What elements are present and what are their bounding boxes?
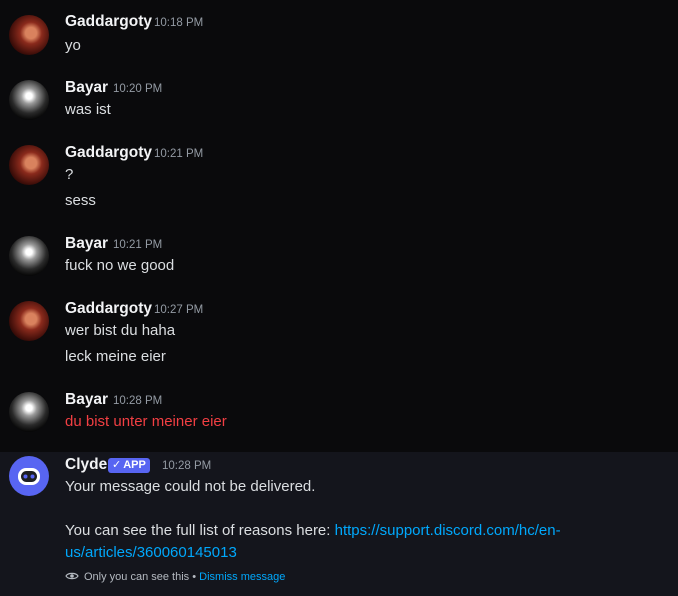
author-name[interactable]: Clyde [65,456,107,474]
message-text: You can see the full list of reasons her… [65,522,561,539]
app-badge-label: APP [123,459,146,471]
separator: • [189,571,200,583]
author-name[interactable]: Gaddargoty [65,300,152,318]
message-text: ? [65,166,74,183]
eye-icon [65,572,79,580]
timestamp: 10:27 PM [154,304,204,316]
author-name[interactable]: Bayar [65,391,108,409]
avatar[interactable] [9,145,49,185]
author-name[interactable]: Bayar [65,235,108,253]
avatar[interactable] [9,456,49,496]
timestamp: 10:20 PM [113,83,163,95]
message-text: fuck no we good [65,257,175,274]
check-icon: ✓ [112,459,122,471]
ephemeral-notice: Only you can see this [84,571,190,583]
dismiss-message-link[interactable]: Dismiss message [199,571,285,583]
timestamp: 10:21 PM [154,148,204,160]
message-text: du bist unter meiner eier [65,413,227,430]
avatar[interactable] [9,392,49,432]
message-text: was ist [65,101,111,118]
message-text: yo [65,37,81,54]
ephemeral-footer: Only you can see this • Dismiss message [65,571,285,583]
support-link[interactable]: https://support.discord.com/hc/en- [335,522,561,539]
author-name[interactable]: Gaddargoty [65,13,152,31]
timestamp: 10:28 PM [162,460,212,472]
message-text: Your message could not be delivered. [65,478,316,495]
author-name[interactable]: Bayar [65,79,108,97]
avatar[interactable] [9,80,49,120]
reasons-prefix: You can see the full list of reasons her… [65,522,335,539]
message-text: leck meine eier [65,348,166,365]
avatar[interactable] [9,301,49,341]
timestamp: 10:28 PM [113,395,163,407]
app-badge: ✓ APP [108,458,150,473]
support-link-continued[interactable]: us/articles/360060145013 [65,544,237,561]
avatar[interactable] [9,236,49,276]
message-text: us/articles/360060145013 [65,544,237,561]
chat-messages: Gaddargoty 10:18 PM yo Bayar 10:20 PM wa… [0,0,678,596]
clyde-bot-icon [18,468,40,485]
message-text: wer bist du haha [65,322,176,339]
message-text: sess [65,192,96,209]
author-name[interactable]: Gaddargoty [65,144,152,162]
timestamp: 10:21 PM [113,239,163,251]
avatar[interactable] [9,15,49,55]
timestamp: 10:18 PM [154,17,204,29]
